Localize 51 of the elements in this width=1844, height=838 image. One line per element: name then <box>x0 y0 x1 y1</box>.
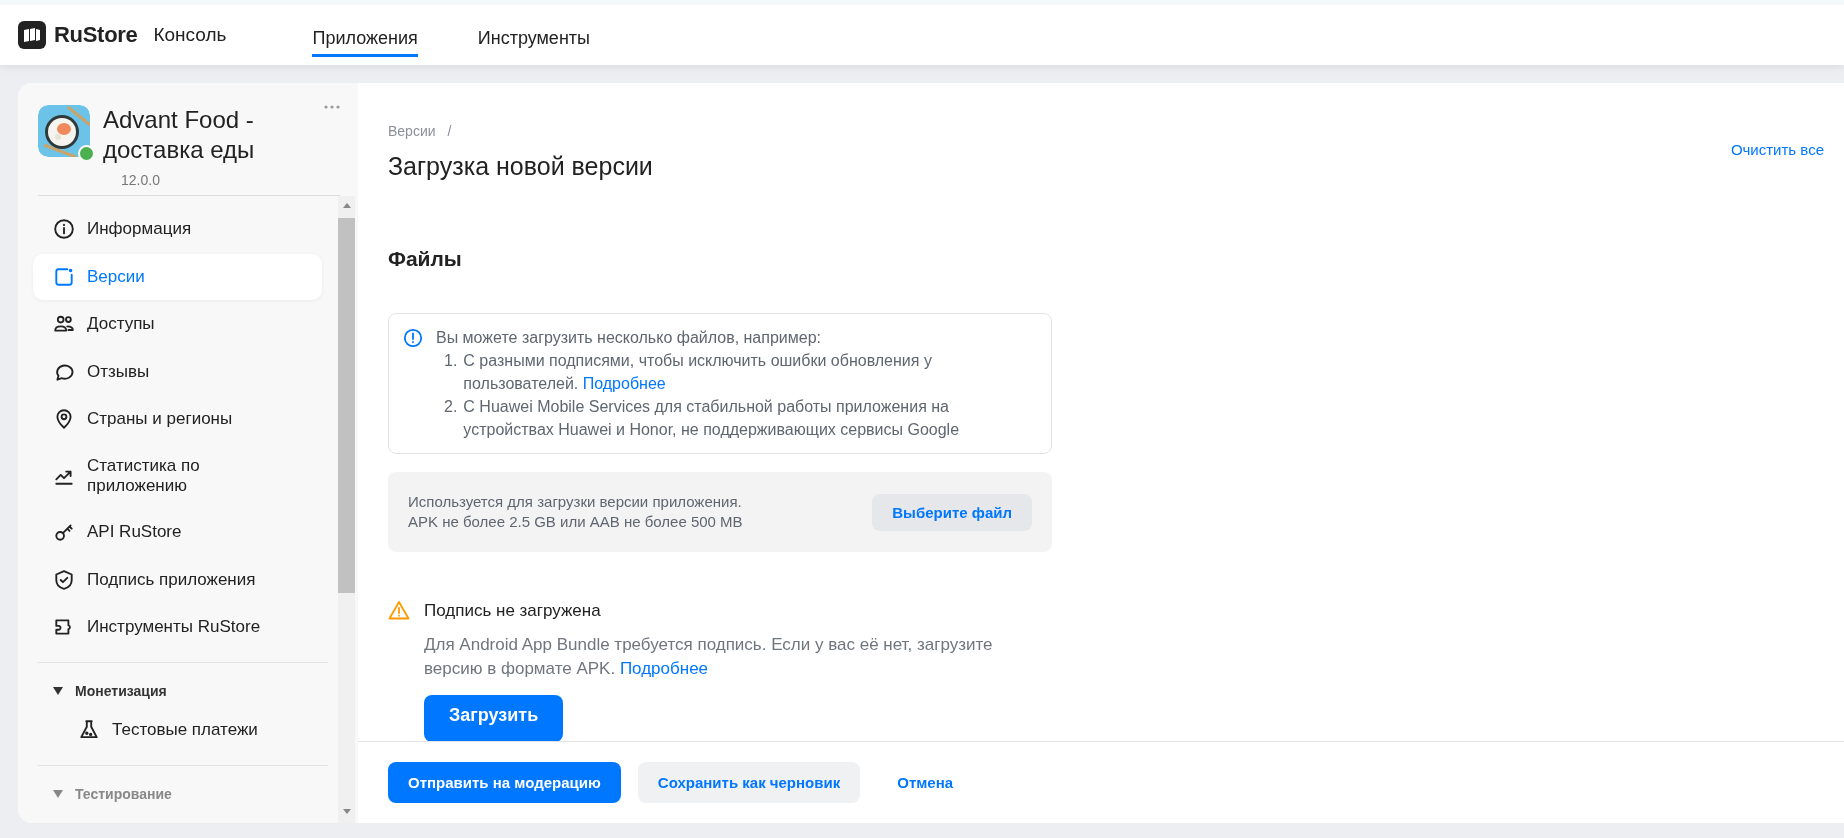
submit-button[interactable]: Отправить на модерацию <box>388 762 621 803</box>
sidebar-item[interactable]: Статистика по приложению <box>33 443 322 508</box>
product-name: Консоль <box>153 24 227 46</box>
sidebar-item[interactable]: Подпись приложения <box>33 556 322 603</box>
sidebar-item[interactable]: API RuStore <box>33 509 322 555</box>
flask-icon <box>78 719 100 741</box>
cancel-button[interactable]: Отмена <box>877 762 974 803</box>
shield-check-icon <box>53 568 75 591</box>
list-number: 2. <box>444 397 458 417</box>
info-text: Вы можете загрузить несколько файлов, например: <box>436 328 822 348</box>
breadcrumb-separator: / <box>447 123 452 139</box>
caret-icon <box>53 686 63 696</box>
nav-tab[interactable]: Приложения <box>312 21 418 57</box>
sidebar-item[interactable]: Доступы <box>33 301 322 347</box>
scrollbar-thumb[interactable] <box>338 218 355 593</box>
square-dot-icon <box>53 265 75 288</box>
sidebar-item[interactable]: Инструменты RuStore <box>33 604 322 650</box>
more-link[interactable]: Подробнее <box>582 375 666 392</box>
upload-button[interactable]: Загрузить <box>424 695 564 741</box>
app-name: Advant Food - доставка еды <box>103 105 256 165</box>
status-dot <box>78 145 95 162</box>
key-icon <box>53 521 75 543</box>
logo-icon <box>18 21 46 49</box>
more-icon[interactable] <box>324 105 340 109</box>
caret-icon <box>53 789 63 799</box>
scroll-up-icon[interactable] <box>341 202 352 210</box>
upload-hint: Используется для загрузки версии приложения. APK не более 2.5 GB или AAB не более 500 MB <box>408 492 743 532</box>
page-title: Загрузка новой версии <box>388 152 653 181</box>
nav-tab[interactable]: Инструменты <box>477 21 590 57</box>
people-icon <box>53 313 75 335</box>
warning-text: Для Android App Bundle требуется подпись. Если у вас её нет, загрузите версию в формате APK. Подробнее <box>424 634 994 680</box>
sidebar-item[interactable]: Версии <box>33 253 322 300</box>
section-title: Файлы <box>388 247 463 271</box>
brand-name: RuStore <box>54 22 138 48</box>
warning-title: Подпись не загружена <box>424 600 602 622</box>
list-number: 1. <box>444 351 458 371</box>
app-version: 12.0.0 <box>121 172 160 188</box>
save-draft-button[interactable]: Сохранить как черновик <box>637 762 861 803</box>
scroll-down-icon[interactable] <box>341 807 352 815</box>
info-icon <box>403 328 423 348</box>
sidebar-item[interactable]: Страны и регионы <box>33 396 322 442</box>
more-link[interactable]: Подробнее <box>619 659 709 678</box>
list-text: С Huawei Mobile Services для стабильной работы приложения на устройствах Huawei и Honor, не поддерживающих сервисы Google <box>463 397 961 440</box>
sidebar-item[interactable]: Отзывы <box>33 348 322 395</box>
warning-icon <box>388 600 410 620</box>
clear-all-link[interactable]: Очистить все <box>1730 141 1824 158</box>
info-icon <box>53 218 75 240</box>
sidebar-item[interactable]: Информация <box>33 206 322 252</box>
section-header[interactable]: Монетизация <box>33 675 338 707</box>
sidebar-item[interactable]: Тестовые платежи <box>33 707 322 753</box>
list-text: С разными подписями, чтобы исключить ошибки обновления у пользователей. Подробнее <box>463 351 933 394</box>
